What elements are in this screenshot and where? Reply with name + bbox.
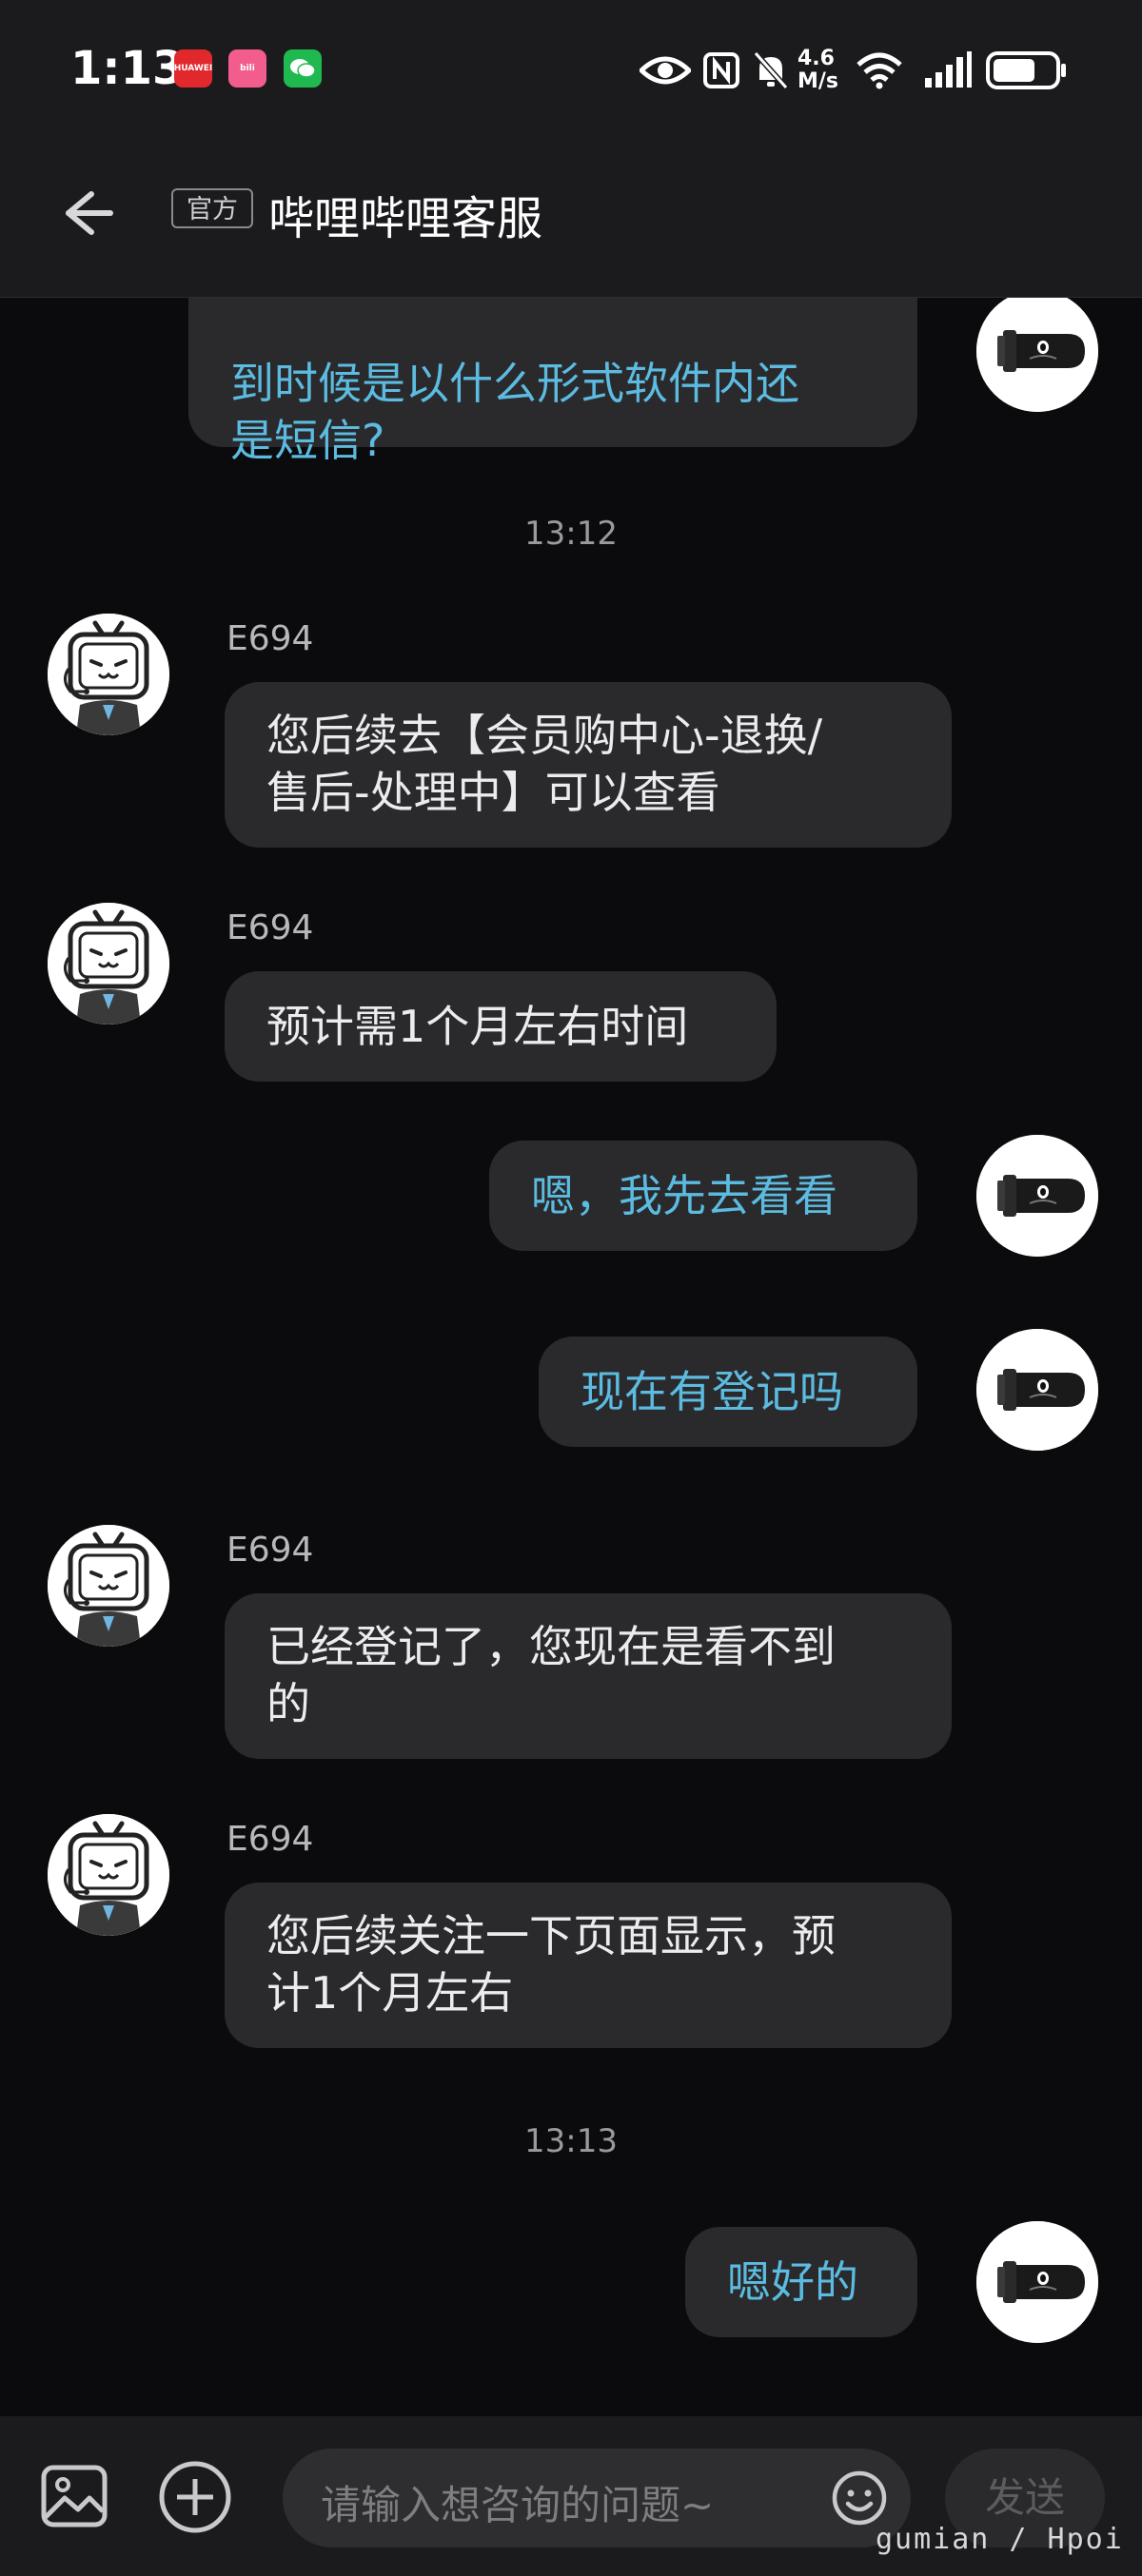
message-bubble-agent: 您后续去【会员购中心-退换/ 售后-处理中】可以查看 bbox=[225, 682, 952, 848]
watermark: gumian / Hpoi bbox=[876, 2523, 1124, 2556]
mute-bell-icon bbox=[752, 44, 790, 97]
my-avatar[interactable] bbox=[976, 1135, 1098, 1257]
status-time: 1:13 bbox=[70, 42, 185, 95]
agent-nickname: E694 bbox=[226, 1820, 314, 1859]
input-placeholder: 请输入想咨询的问题~ bbox=[321, 2482, 715, 2528]
back-arrow-icon[interactable] bbox=[57, 183, 118, 244]
message-line: 是短信? bbox=[230, 415, 385, 466]
my-avatar[interactable] bbox=[976, 2221, 1098, 2343]
signal-icon bbox=[923, 44, 973, 97]
page-title: 哔哩哔哩客服 bbox=[268, 192, 543, 245]
message-line: 您后续关注一下页面显示，预 bbox=[266, 1910, 836, 1961]
my-avatar[interactable] bbox=[976, 298, 1098, 412]
agent-avatar[interactable] bbox=[48, 1814, 169, 1936]
wechat-app-icon bbox=[284, 49, 322, 88]
eye-icon bbox=[640, 44, 691, 97]
agent-avatar[interactable] bbox=[48, 614, 169, 735]
emoji-icon[interactable] bbox=[831, 2469, 888, 2530]
plus-circle-icon[interactable] bbox=[158, 2460, 232, 2538]
message-line: 您后续去【会员购中心-退换/ bbox=[266, 710, 823, 761]
message-bubble-me: 现在有登记吗 bbox=[539, 1337, 917, 1447]
message-line: 的 bbox=[266, 1678, 310, 1729]
message-line: 已经登记了，您现在是看不到 bbox=[266, 1621, 836, 1672]
huawei-app-icon: HUAWEI bbox=[174, 49, 212, 88]
question-input[interactable]: 请输入想咨询的问题~ bbox=[283, 2449, 911, 2547]
navigation-bar: 官方 哔哩哔哩客服 bbox=[0, 143, 1142, 298]
network-speed: 4.6 M/s bbox=[797, 44, 838, 97]
message-bubble-me: 到时候是以什么形式软件内还 是短信? bbox=[188, 298, 917, 466]
nfc-icon bbox=[702, 44, 740, 97]
my-avatar[interactable] bbox=[976, 1329, 1098, 1451]
message-bubble-agent: 已经登记了，您现在是看不到 的 bbox=[225, 1593, 952, 1759]
message-line: 嗯好的 bbox=[727, 2256, 858, 2308]
agent-avatar[interactable] bbox=[48, 1525, 169, 1647]
agent-nickname: E694 bbox=[226, 908, 314, 947]
message-line: 计1个月左右 bbox=[266, 1967, 514, 2019]
message-line: 到时候是以什么形式软件内还 bbox=[230, 358, 799, 409]
network-speed-value: 4.6 bbox=[797, 47, 835, 70]
battery-icon bbox=[986, 44, 1068, 97]
message-bubble-me: 嗯，我先去看看 bbox=[489, 1141, 917, 1251]
message-line: 现在有登记吗 bbox=[581, 1366, 843, 1417]
status-bar: 1:13 HUAWEI bili 4.6 M/s bbox=[0, 0, 1142, 143]
message-bubble-agent: 您后续关注一下页面显示，预 计1个月左右 bbox=[225, 1883, 952, 2048]
agent-avatar[interactable] bbox=[48, 903, 169, 1025]
chat-area: 到时候是以什么形式软件内还 是短信? 13:12 E694 您后续去【会员购中心… bbox=[0, 298, 1142, 2416]
official-tag: 官方 bbox=[171, 188, 253, 228]
bilibili-app-icon: bili bbox=[228, 49, 266, 88]
wifi-icon bbox=[855, 44, 904, 97]
image-picker-icon[interactable] bbox=[40, 2464, 108, 2532]
message-line: 预计需1个月左右时间 bbox=[266, 1001, 689, 1052]
timestamp: 13:12 bbox=[524, 515, 618, 553]
timestamp: 13:13 bbox=[524, 2122, 618, 2160]
message-line: 售后-处理中】可以查看 bbox=[266, 767, 720, 818]
message-bubble-agent: 预计需1个月左右时间 bbox=[225, 971, 777, 1082]
message-line: 嗯，我先去看看 bbox=[531, 1170, 837, 1221]
network-speed-unit: M/s bbox=[797, 69, 839, 93]
agent-nickname: E694 bbox=[226, 1531, 314, 1570]
agent-nickname: E694 bbox=[226, 619, 314, 658]
message-bubble-me: 嗯好的 bbox=[685, 2227, 917, 2337]
